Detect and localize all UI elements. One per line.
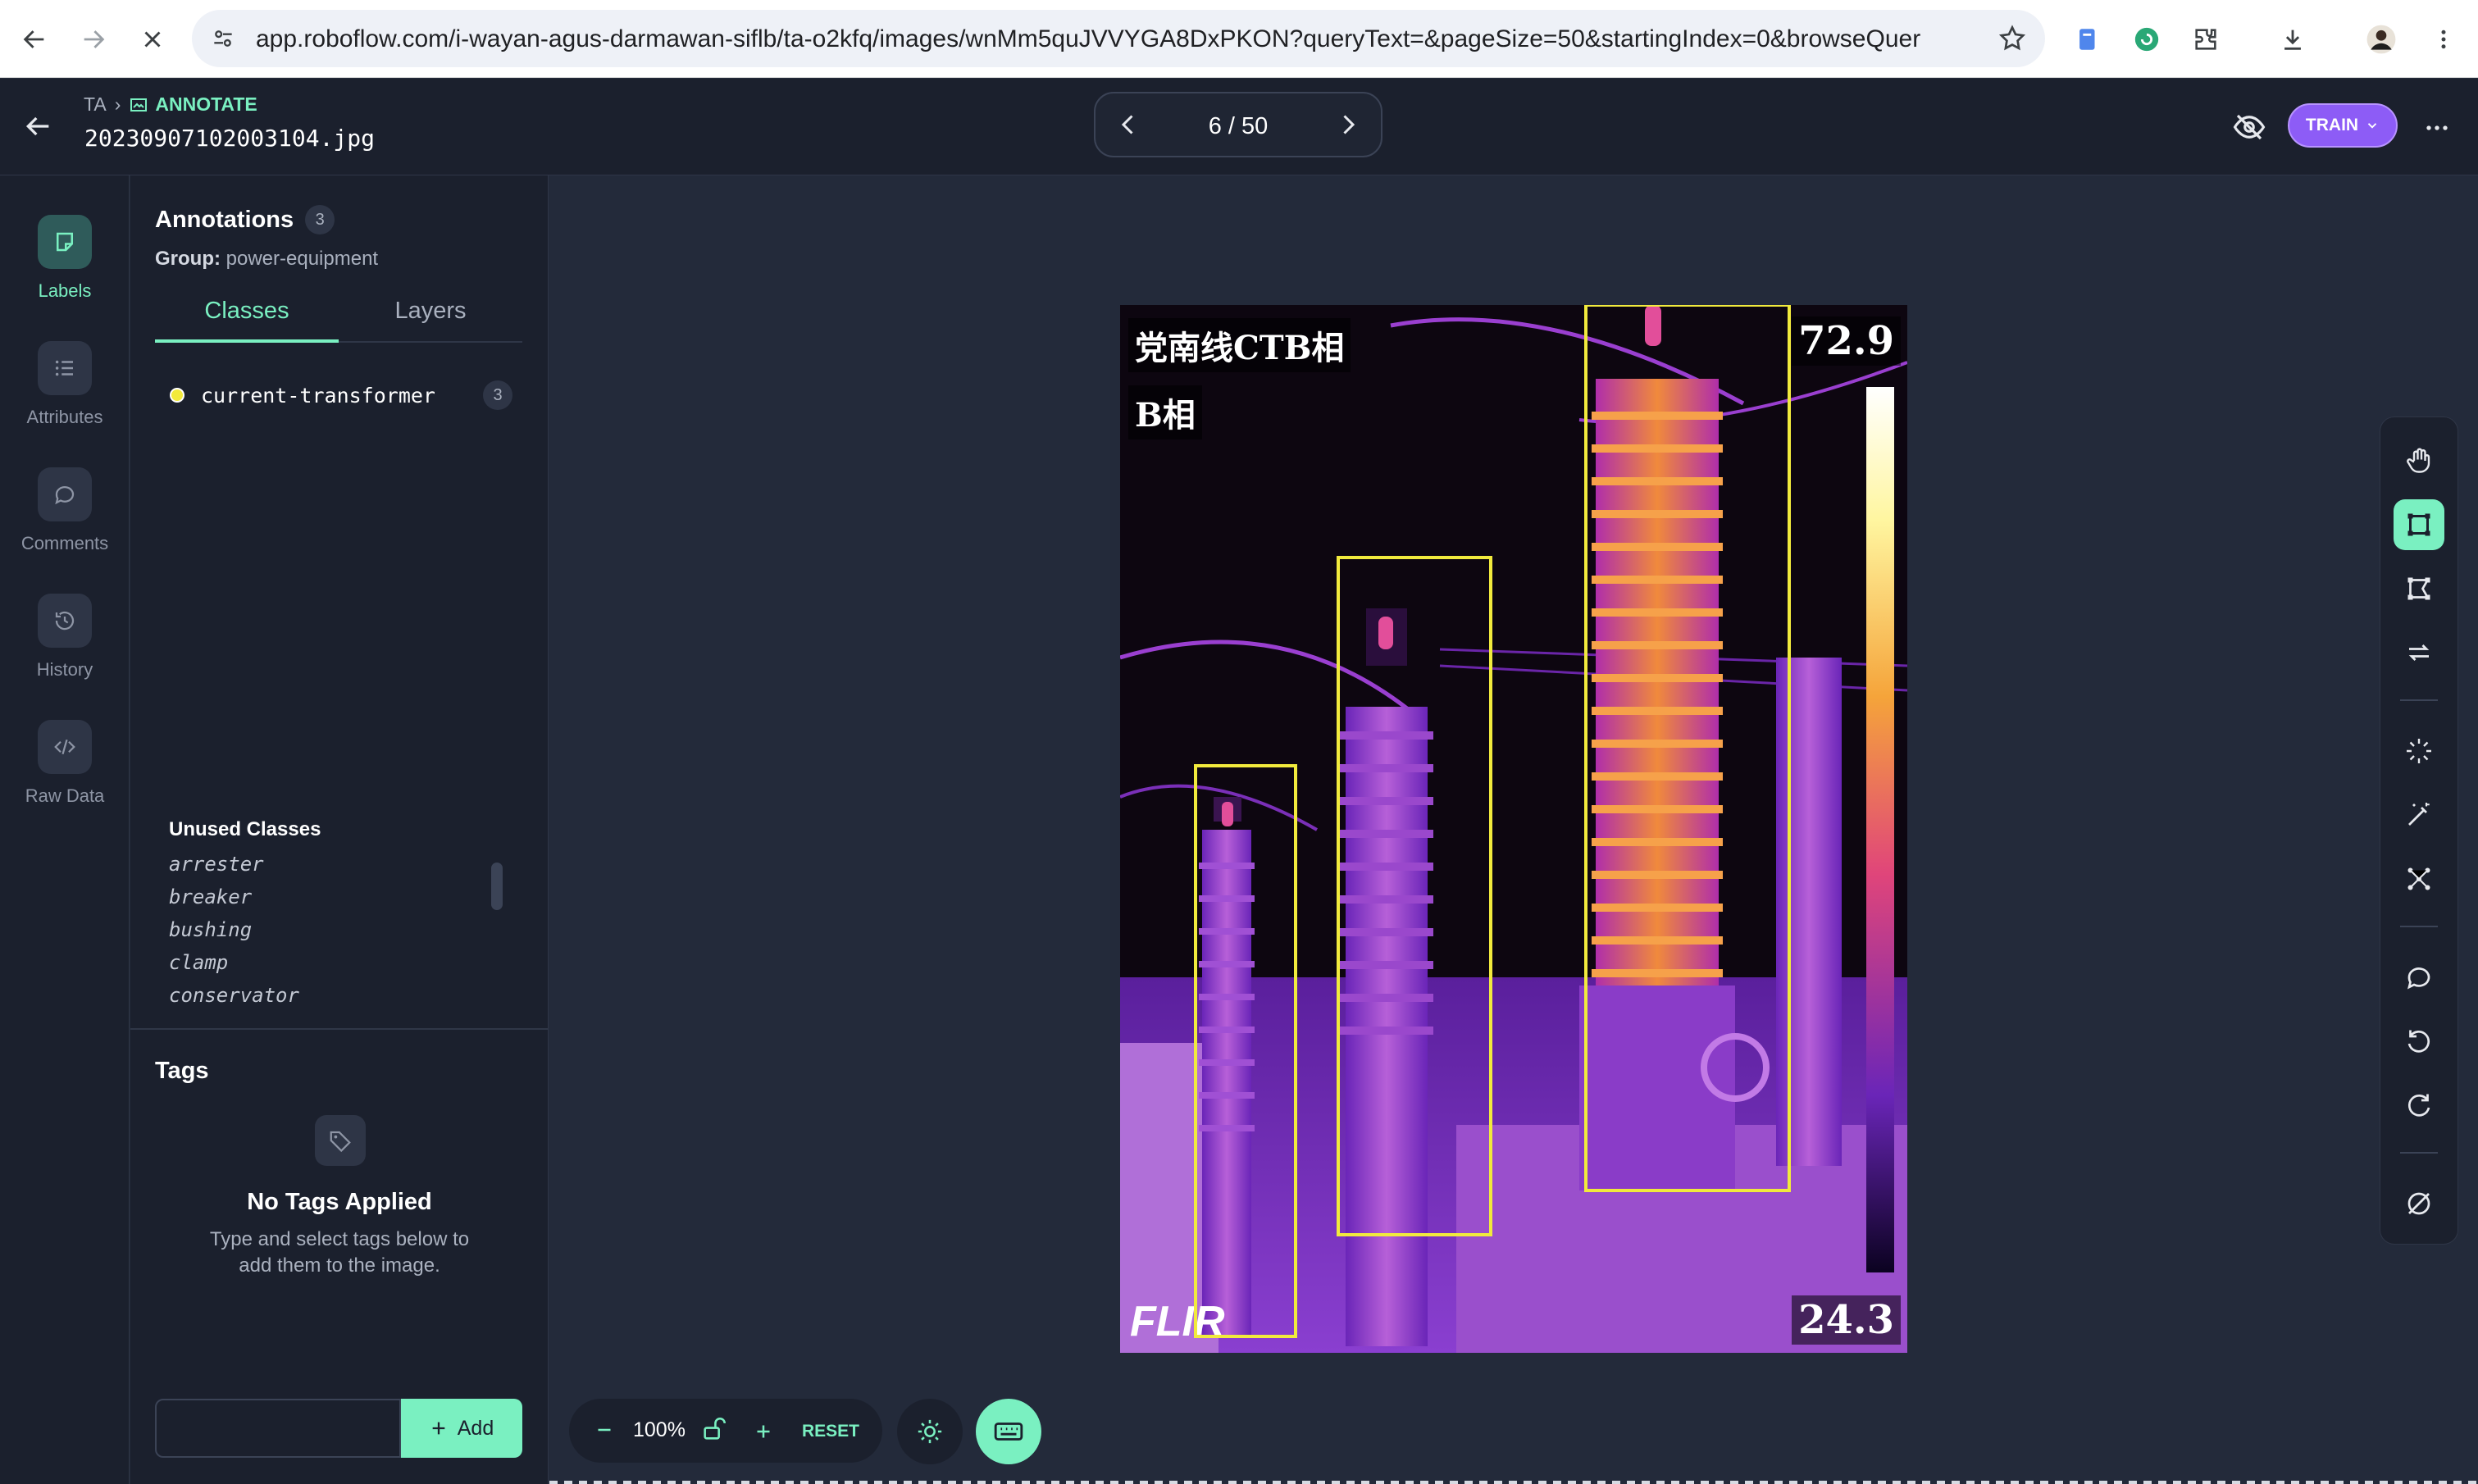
label-icon (38, 215, 92, 269)
add-tag-button[interactable]: Add (401, 1399, 522, 1458)
back-arrow-icon[interactable] (21, 110, 54, 143)
browser-toolbar: app.roboflow.com/i-wayan-agus-darmawan-s… (0, 0, 2478, 78)
downloads-icon[interactable] (2275, 21, 2311, 57)
train-button[interactable]: TRAIN (2288, 103, 2398, 148)
bounding-box-tool-icon[interactable] (2394, 499, 2444, 550)
panel-tabs: Classes Layers (155, 290, 522, 343)
image-pager: 6 / 50 (1094, 92, 1382, 157)
keyboard-shortcuts-icon[interactable] (976, 1399, 1041, 1464)
convert-annotations-icon[interactable] (2394, 627, 2444, 678)
brightness-icon[interactable] (897, 1399, 963, 1464)
bounding-box-current-transformer[interactable] (1194, 764, 1297, 1338)
breadcrumb-project[interactable]: TA (84, 93, 107, 116)
breadcrumb-annotate[interactable]: ANNOTATE (129, 93, 257, 116)
plus-icon (432, 1422, 445, 1435)
polygon-tool-icon[interactable] (2394, 563, 2444, 614)
zoom-lock-icon[interactable] (700, 1415, 728, 1447)
class-color-dot (170, 388, 184, 403)
more-options-icon[interactable] (2421, 112, 2453, 144)
toolbar-separator (2400, 926, 2438, 927)
rail-history[interactable]: History (0, 594, 130, 681)
rail-raw-data[interactable]: Raw Data (0, 720, 130, 807)
profile-avatar-icon[interactable] (2363, 21, 2399, 57)
rail-comments[interactable]: Comments (0, 467, 130, 554)
toolbar-separator (2400, 699, 2438, 701)
unused-classes-scrollbar[interactable] (491, 863, 503, 910)
history-icon (38, 594, 92, 648)
browser-forward-icon[interactable] (72, 18, 115, 61)
keypoint-tool-icon[interactable] (2394, 854, 2444, 904)
redo-icon[interactable] (2394, 1080, 2444, 1131)
pan-hand-icon[interactable] (2394, 435, 2444, 486)
annotations-panel: Annotations 3 Group: power-equipment Cla… (130, 175, 549, 1484)
annotations-count-badge: 3 (305, 205, 335, 234)
chevron-right-icon: › (114, 93, 121, 115)
smart-select-icon[interactable] (2394, 726, 2444, 776)
group-value: power-equipment (225, 248, 379, 270)
unused-classes-list: arrester breaker bushing clamp conservat… (169, 853, 481, 1004)
image-caption-line2: B相 (1128, 385, 1202, 439)
panel-divider (130, 1028, 549, 1030)
list-icon (38, 341, 92, 395)
breadcrumb: TA › ANNOTATE (84, 93, 257, 116)
hide-annotations-icon[interactable] (2232, 110, 2266, 144)
undo-icon[interactable] (2394, 1016, 2444, 1067)
url-text[interactable]: app.roboflow.com/i-wayan-agus-darmawan-s… (256, 25, 1920, 53)
annotation-tools-toolbar (2380, 417, 2458, 1245)
browser-menu-icon[interactable] (2426, 21, 2462, 57)
bounding-box-current-transformer[interactable] (1584, 305, 1791, 1192)
temperature-min-label: 24.3 (1792, 1295, 1901, 1345)
zoom-in-icon[interactable] (751, 1415, 776, 1452)
chevron-down-icon (2367, 123, 2377, 129)
image-caption-line1: 党南线CTB相 (1128, 318, 1351, 372)
class-count-badge: 3 (483, 380, 512, 410)
zoom-level: 100% (633, 1418, 686, 1441)
null-annotation-icon[interactable] (2394, 1178, 2444, 1229)
extension-doc-icon[interactable] (2070, 21, 2106, 57)
tags-heading: Tags (155, 1058, 209, 1084)
rail-labels[interactable]: Labels (0, 215, 130, 302)
app-header: TA › ANNOTATE 20230907102003104.jpg 6 / … (0, 79, 2478, 175)
extensions-puzzle-icon[interactable] (2188, 21, 2224, 57)
address-bar[interactable]: app.roboflow.com/i-wayan-agus-darmawan-s… (192, 10, 2045, 67)
tag-icon (315, 1115, 366, 1166)
class-row-current-transformer[interactable]: current-transformer 3 (170, 377, 522, 413)
temperature-max-label: 72.9 (1792, 316, 1901, 366)
bounding-box-current-transformer[interactable] (1337, 556, 1492, 1236)
canvas-bottom-border (549, 1481, 2478, 1484)
browser-back-icon[interactable] (13, 18, 56, 61)
tab-classes[interactable]: Classes (155, 290, 339, 343)
left-nav-rail: Labels Attributes Comments History Raw D… (0, 175, 130, 1484)
annotations-heading: Annotations 3 (155, 205, 335, 234)
unused-class-item[interactable]: breaker (169, 885, 481, 918)
no-tags-text: Type and select tags below to add them t… (209, 1228, 470, 1277)
zoom-reset-button[interactable]: RESET (802, 1422, 859, 1441)
next-image-button[interactable] (1333, 110, 1363, 139)
unused-class-item[interactable]: bushing (169, 918, 481, 951)
magic-wand-icon[interactable] (2394, 790, 2444, 840)
image-filename: 20230907102003104.jpg (84, 125, 376, 152)
unused-class-item[interactable]: conservator (169, 984, 481, 1004)
comment-icon (38, 467, 92, 521)
toolbar-separator (2400, 1152, 2438, 1154)
unused-class-item[interactable]: arrester (169, 853, 481, 885)
unused-class-item[interactable]: clamp (169, 951, 481, 984)
annotated-image[interactable]: 党南线CTB相 B相 72.9 24.3 FLIR (1120, 305, 1907, 1353)
group-info: Group: power-equipment (155, 248, 379, 270)
site-settings-icon[interactable] (208, 24, 238, 53)
tab-layers[interactable]: Layers (339, 290, 522, 343)
zoom-toolbar: 100% RESET (569, 1399, 882, 1463)
extension-grammar-icon[interactable] (2129, 21, 2165, 57)
rail-attributes[interactable]: Attributes (0, 341, 130, 428)
class-name: current-transformer (201, 383, 435, 407)
unused-classes-heading: Unused Classes (169, 818, 321, 840)
browser-stop-icon[interactable] (131, 18, 174, 61)
code-icon (38, 720, 92, 774)
bookmark-star-icon[interactable] (1997, 24, 2027, 53)
comment-tool-icon[interactable] (2394, 952, 2444, 1003)
zoom-out-icon[interactable] (592, 1413, 617, 1450)
annotate-icon (130, 98, 148, 112)
no-tags-title: No Tags Applied (247, 1189, 432, 1215)
tag-input[interactable] (155, 1399, 401, 1458)
